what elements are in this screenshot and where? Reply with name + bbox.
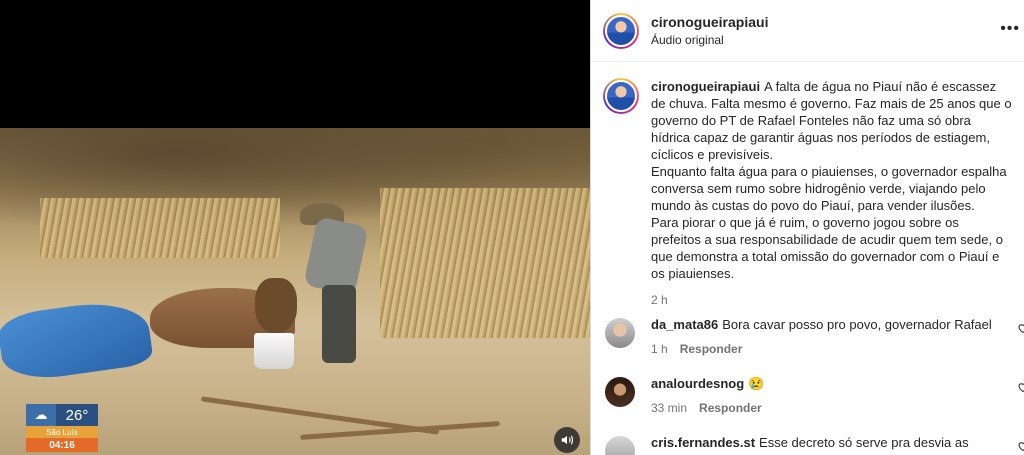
water-bucket bbox=[254, 333, 294, 369]
comment-time[interactable]: 33 min bbox=[651, 400, 687, 417]
commenter-avatar[interactable] bbox=[605, 318, 635, 348]
like-heart-icon[interactable] bbox=[1017, 322, 1024, 334]
speaker-icon bbox=[561, 435, 573, 445]
temperature: 26° bbox=[56, 404, 98, 426]
comment-time[interactable]: 1 h bbox=[651, 341, 668, 358]
caption-username[interactable]: cironogueirapiaui bbox=[651, 79, 760, 94]
city-name: São Luís bbox=[26, 426, 98, 438]
cloud-sun-icon: ☁ bbox=[26, 404, 56, 426]
commenter-avatar[interactable] bbox=[605, 377, 635, 407]
like-heart-icon[interactable] bbox=[1017, 381, 1024, 393]
reply-button[interactable]: Responder bbox=[699, 400, 762, 417]
media-panel: ☁ 26° São Luís 04:16 bbox=[0, 0, 590, 455]
comment-item: analourdesnog 😢 33 min Responder bbox=[591, 375, 1024, 417]
caption-timestamp[interactable]: 2 h bbox=[651, 292, 1012, 309]
comment-item: cris.fernandes.st Esse decreto só serve p… bbox=[591, 434, 1024, 455]
comment-text: 😢 bbox=[748, 376, 765, 391]
post-caption: cironogueirapiaui A falta de água no Piau… bbox=[591, 62, 1024, 309]
commenter-avatar[interactable] bbox=[605, 436, 635, 455]
clock-time: 04:16 bbox=[26, 438, 98, 452]
weather-widget: ☁ 26° São Luís 04:16 bbox=[26, 404, 98, 455]
dry-grass bbox=[40, 198, 280, 258]
dry-grass bbox=[380, 188, 590, 338]
comment-text: Esse decreto só serve pra desvia as bbox=[759, 435, 969, 450]
blue-tarp bbox=[0, 295, 155, 385]
reply-button[interactable]: Responder bbox=[680, 341, 743, 358]
audio-label[interactable]: Áudio original bbox=[651, 33, 768, 47]
cow-head bbox=[255, 278, 297, 333]
more-options-icon[interactable]: ••• bbox=[1000, 20, 1020, 38]
author-username[interactable]: cironogueirapiaui bbox=[651, 14, 768, 30]
comment-text: Bora cavar posso pro povo, governador Ra… bbox=[722, 317, 992, 332]
instagram-post-modal: ☁ 26° São Luís 04:16 cironogueirapiaui Á… bbox=[0, 0, 1024, 455]
commenter-username[interactable]: cris.fernandes.st bbox=[651, 435, 755, 450]
comments-panel: cironogueirapiaui Áudio original ••• cir… bbox=[590, 0, 1024, 455]
commenter-username[interactable]: analourdesnog bbox=[651, 376, 744, 391]
comment-item: da_mata86 Bora cavar posso pro povo, gove… bbox=[591, 316, 1024, 358]
author-avatar[interactable] bbox=[603, 12, 639, 49]
caption-paragraph: Enquanto falta água para o piauienses, o… bbox=[651, 164, 1007, 213]
commenter-username[interactable]: da_mata86 bbox=[651, 317, 718, 332]
farmer-figure bbox=[300, 203, 380, 363]
post-header: cironogueirapiaui Áudio original ••• bbox=[591, 0, 1024, 62]
caption-avatar[interactable] bbox=[603, 78, 639, 114]
like-heart-icon[interactable] bbox=[1017, 440, 1024, 452]
mute-toggle-button[interactable] bbox=[554, 427, 580, 453]
caption-paragraph: Para piorar o que já é ruim, o governo j… bbox=[651, 215, 1003, 281]
